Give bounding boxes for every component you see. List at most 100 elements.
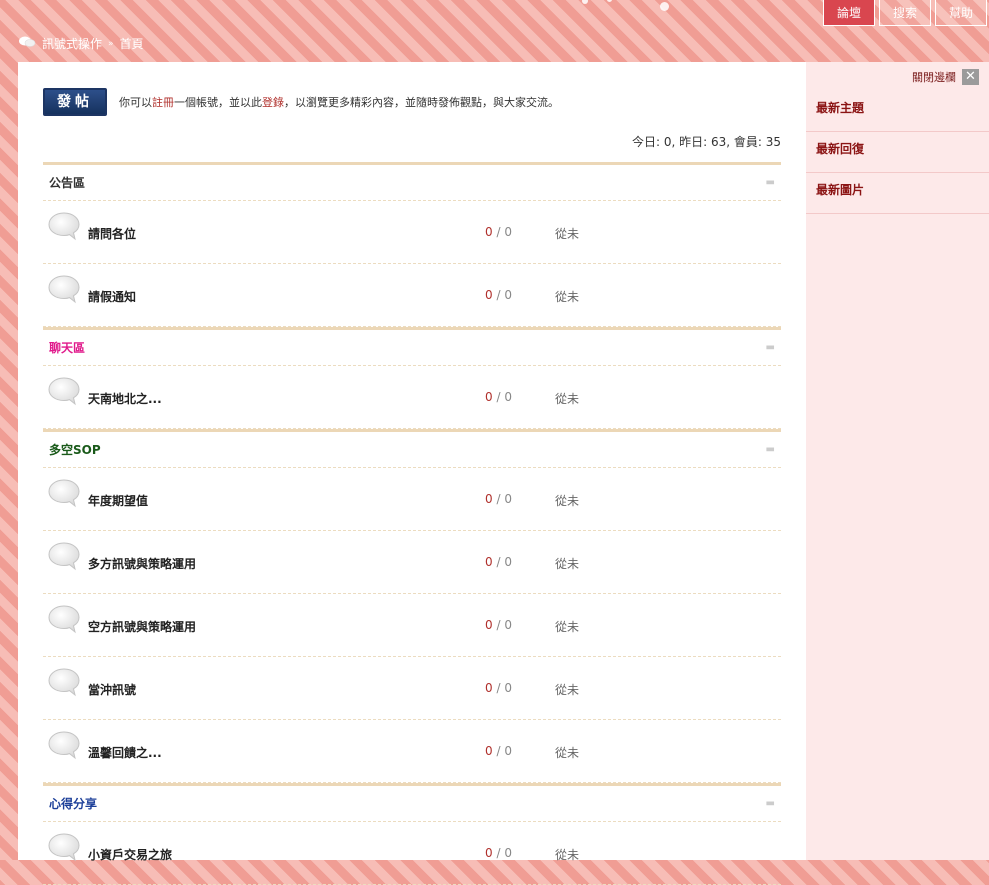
- post-count: 0: [504, 744, 512, 758]
- forum-bubble-icon: [48, 832, 80, 862]
- post-row: 發帖 你可以註冊一個帳號，並以此登錄，以瀏覽更多精彩內容，並隨時發佈觀點，與大家…: [43, 88, 559, 116]
- forum-row: 溫馨回饋之... 0 / 0 從未: [43, 720, 781, 783]
- last-post: 從未: [555, 557, 580, 571]
- forum-name-link[interactable]: 年度期望值: [88, 492, 148, 509]
- forum-list: 公告區 ▬ 請問各位 0 / 0 從未 請假通知 0 / 0 從未 聊天區 ▬ 天南地北之... 0 …: [43, 162, 781, 885]
- topic-count: 0: [485, 492, 493, 506]
- last-post: 從未: [555, 392, 580, 406]
- category-header: 心得分享 ▬: [43, 783, 781, 822]
- post-count: 0: [504, 846, 512, 860]
- forum-bubble-icon: [48, 541, 80, 571]
- category-title[interactable]: 公告區: [49, 174, 85, 191]
- last-post: 從未: [555, 683, 580, 697]
- collapse-icon[interactable]: ▬: [766, 798, 775, 809]
- forum-row: 年度期望值 0 / 0 從未: [43, 468, 781, 531]
- collapse-icon[interactable]: ▬: [766, 444, 775, 455]
- forum-name-link[interactable]: 空方訊號與策略運用: [88, 618, 196, 635]
- forum-name-link[interactable]: 溫馨回饋之...: [88, 744, 162, 761]
- forum-bubble-icon: [48, 211, 80, 241]
- sidebar-close: 關閉邊欄 ✕: [912, 69, 979, 85]
- topic-count: 0: [485, 744, 493, 758]
- forum-bubble-icon: [48, 478, 80, 508]
- forum-count: 0 / 0: [485, 681, 512, 695]
- forum-row: 天南地北之... 0 / 0 從未: [43, 366, 781, 429]
- register-link[interactable]: 註冊: [152, 96, 174, 109]
- topic-count: 0: [485, 288, 493, 302]
- topic-count: 0: [485, 681, 493, 695]
- forum-count: 0 / 0: [485, 225, 512, 239]
- topic-count: 0: [485, 846, 493, 860]
- close-sidebar-link[interactable]: 關閉邊欄: [912, 69, 956, 85]
- category-header: 公告區 ▬: [43, 162, 781, 201]
- post-count: 0: [504, 492, 512, 506]
- forum-count: 0 / 0: [485, 288, 512, 302]
- tab-search[interactable]: 搜索: [878, 0, 931, 26]
- topic-count: 0: [485, 618, 493, 632]
- forum-name-link[interactable]: 天南地北之...: [88, 390, 162, 407]
- breadcrumb-site-link[interactable]: 訊號式操作: [42, 35, 102, 52]
- forum-count: 0 / 0: [485, 492, 512, 506]
- forum-bubble-icon: [48, 376, 80, 406]
- forum-count: 0 / 0: [485, 618, 512, 632]
- post-count: 0: [504, 681, 512, 695]
- intro-text: 你可以註冊一個帳號，並以此登錄，以瀏覽更多精彩內容，並隨時發佈觀點，與大家交流。: [119, 94, 559, 110]
- intro-text-3: ，以瀏覽更多精彩內容，並隨時發佈觀點，與大家交流。: [284, 96, 559, 109]
- forum-bubble-icon: [48, 730, 80, 760]
- sidebar-list: 最新主題 最新回復 最新圖片: [806, 91, 989, 214]
- forum-count: 0 / 0: [485, 390, 512, 404]
- collapse-icon[interactable]: ▬: [766, 177, 775, 188]
- login-link[interactable]: 登錄: [262, 96, 284, 109]
- intro-text-1: 你可以: [119, 96, 152, 109]
- sidebar-item-latest-topics[interactable]: 最新主題: [806, 91, 989, 132]
- tab-forum[interactable]: 論壇: [822, 0, 875, 26]
- category-header: 多空SOP ▬: [43, 429, 781, 468]
- breadcrumb: 訊號式操作 » 首頁: [18, 35, 144, 52]
- forum-row: 請問各位 0 / 0 從未: [43, 201, 781, 264]
- forum-name-link[interactable]: 當沖訊號: [88, 681, 136, 698]
- category-title[interactable]: 心得分享: [49, 795, 97, 812]
- forum-name-link[interactable]: 請假通知: [88, 288, 136, 305]
- main-content: 發帖 你可以註冊一個帳號，並以此登錄，以瀏覽更多精彩內容，並隨時發佈觀點，與大家…: [18, 62, 806, 885]
- forum-stats: 今日: 0, 昨日: 63, 會員: 35: [631, 135, 781, 149]
- post-count: 0: [504, 390, 512, 404]
- forum-bubble-icon: [48, 667, 80, 697]
- topic-count: 0: [485, 390, 493, 404]
- category-title[interactable]: 多空SOP: [49, 441, 101, 458]
- topic-count: 0: [485, 225, 493, 239]
- forum-row: 空方訊號與策略運用 0 / 0 從未: [43, 594, 781, 657]
- last-post: 從未: [555, 227, 580, 241]
- forum-bubble-icon: [48, 274, 80, 304]
- forum-bubble-icon: [48, 604, 80, 634]
- tab-help[interactable]: 幫助: [934, 0, 987, 26]
- post-count: 0: [504, 555, 512, 569]
- forum-name-link[interactable]: 請問各位: [88, 225, 136, 242]
- intro-text-2: 一個帳號，並以此: [174, 96, 262, 109]
- forum-count: 0 / 0: [485, 846, 512, 860]
- top-nav: 論壇 搜索 幫助: [822, 0, 987, 26]
- forum-count: 0 / 0: [485, 744, 512, 758]
- forum-row: 小資戶交易之旅 0 / 0 從未: [43, 822, 781, 885]
- last-post: 從未: [555, 746, 580, 760]
- sidebar-item-latest-images[interactable]: 最新圖片: [806, 173, 989, 214]
- sidebar-item-latest-replies[interactable]: 最新回復: [806, 132, 989, 173]
- breadcrumb-current: 首頁: [119, 37, 144, 51]
- forum-name-link[interactable]: 小資戶交易之旅: [88, 846, 172, 863]
- last-post: 從未: [555, 494, 580, 508]
- post-count: 0: [504, 618, 512, 632]
- post-count: 0: [504, 288, 512, 302]
- collapse-icon[interactable]: ▬: [766, 342, 775, 353]
- forum-row: 請假通知 0 / 0 從未: [43, 264, 781, 327]
- last-post: 從未: [555, 290, 580, 304]
- breadcrumb-separator-icon: »: [108, 38, 114, 49]
- forum-count: 0 / 0: [485, 555, 512, 569]
- post-count: 0: [504, 225, 512, 239]
- forum-name-link[interactable]: 多方訊號與策略運用: [88, 555, 196, 572]
- topic-count: 0: [485, 555, 493, 569]
- new-post-button[interactable]: 發帖: [43, 88, 107, 116]
- sidebar: 關閉邊欄 ✕ 最新主題 最新回復 最新圖片: [806, 62, 989, 860]
- close-icon[interactable]: ✕: [962, 69, 979, 85]
- chat-bubble-icon: [18, 35, 36, 52]
- category-title[interactable]: 聊天區: [49, 339, 85, 356]
- forum-row: 當沖訊號 0 / 0 從未: [43, 657, 781, 720]
- category-header: 聊天區 ▬: [43, 327, 781, 366]
